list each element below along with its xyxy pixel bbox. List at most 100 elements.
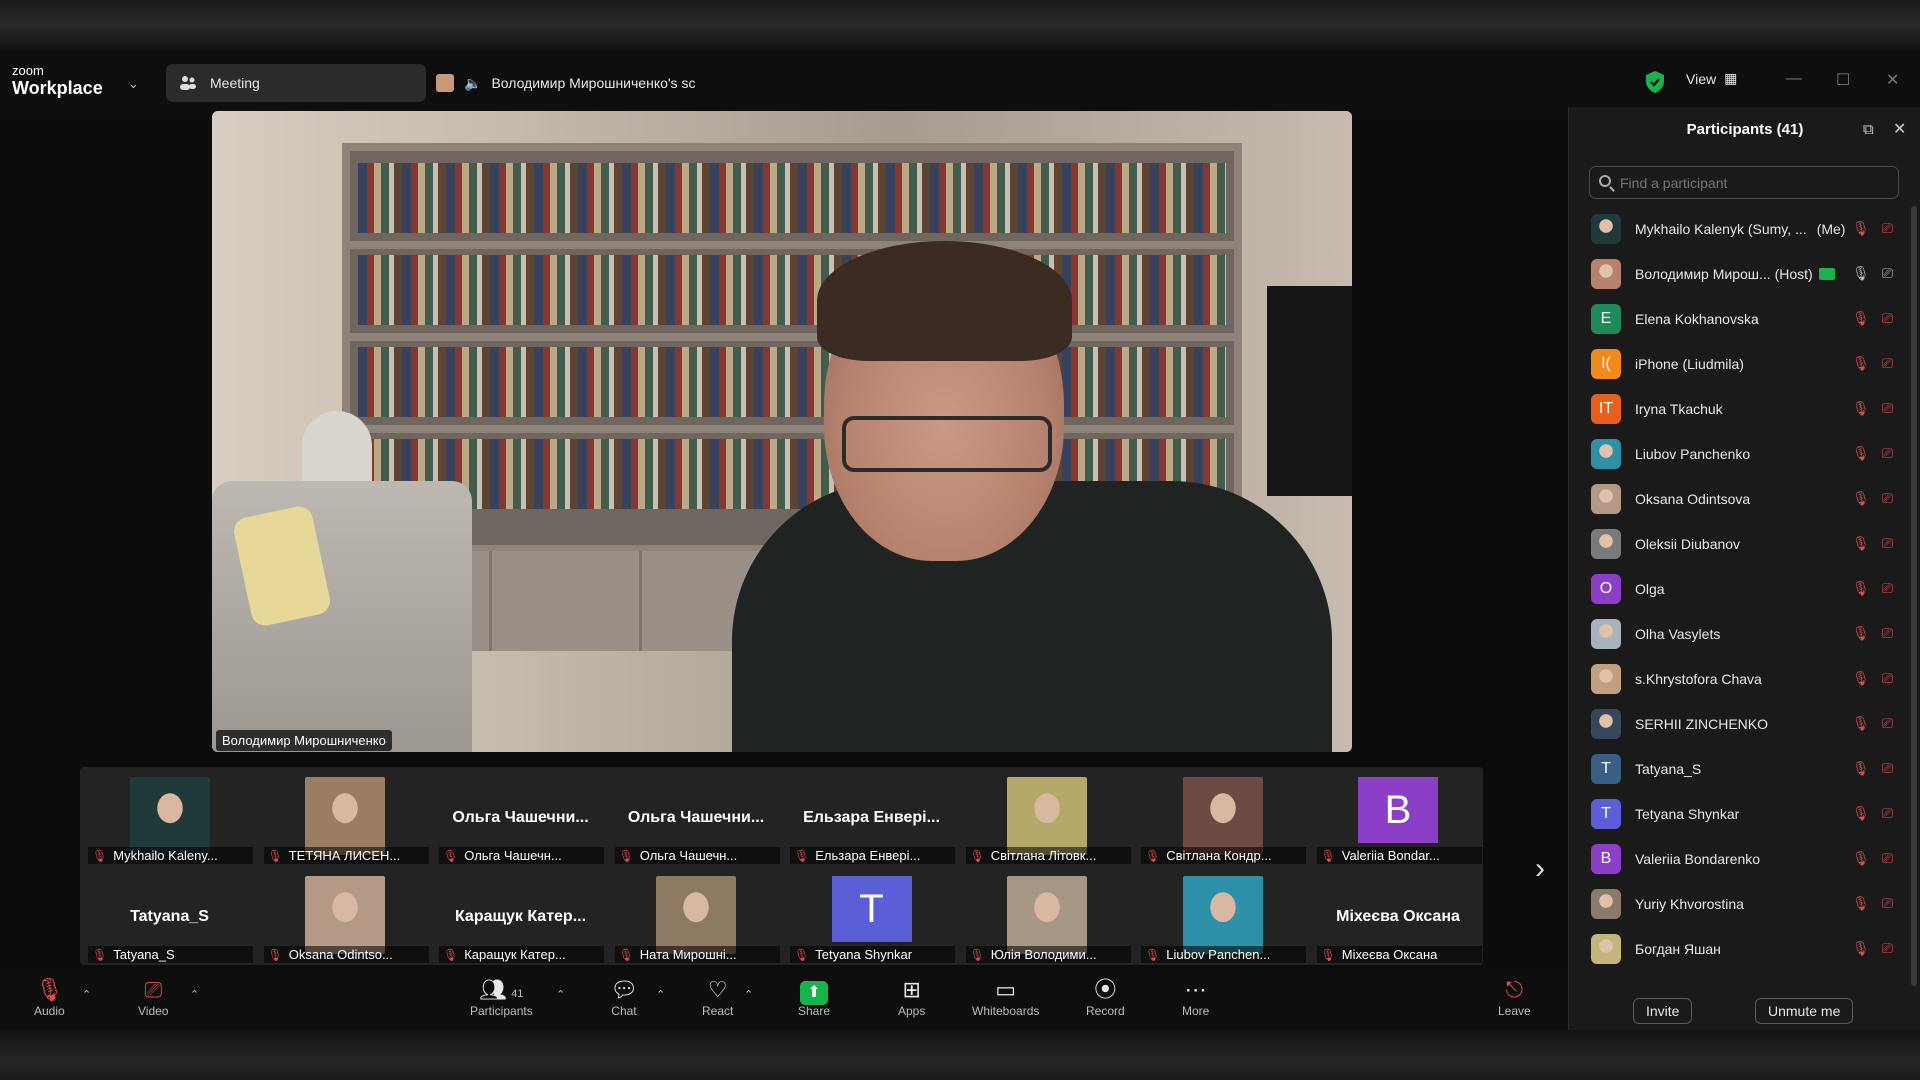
- whiteboards-button[interactable]: ▭ Whiteboards: [972, 976, 1039, 1018]
- participant-caption-text: Ната Мирошні...: [639, 947, 737, 962]
- muted-mic-icon: 🎙︎: [1852, 760, 1870, 776]
- muted-mic-icon: 🎙︎: [92, 848, 108, 863]
- gallery-tile[interactable]: 🎙︎ ТЕТЯНА ЛИСЕН...: [258, 769, 433, 868]
- close-window-icon[interactable]: ✕: [1886, 70, 1899, 90]
- participant-name: Olha Vasylets: [1635, 625, 1721, 642]
- muted-mic-icon: 🎙︎: [618, 848, 634, 863]
- zoom-logo[interactable]: zoom Workplace: [12, 64, 103, 97]
- gallery-tile[interactable]: Ольга Чашечни... 🎙︎ Ольга Чашечн...: [433, 769, 608, 868]
- participant-row[interactable]: Oksana Odintsova 🎙︎ ⎚: [1569, 476, 1920, 521]
- participant-row[interactable]: Olha Vasylets 🎙︎ ⎚: [1569, 611, 1920, 656]
- gallery-tile[interactable]: Ольга Чашечни... 🎙︎ Ольга Чашечн...: [609, 769, 784, 868]
- apps-label: Apps: [898, 1004, 926, 1018]
- participant-list-scrollbar[interactable]: [1911, 206, 1917, 986]
- record-icon: ⦿: [1094, 977, 1117, 1002]
- invite-button[interactable]: Invite: [1633, 998, 1693, 1024]
- gallery-tile[interactable]: Міхеєва Оксана 🎙︎ Міхеєва Оксана: [1311, 868, 1486, 967]
- maximize-icon[interactable]: ☐: [1836, 70, 1850, 90]
- react-button[interactable]: ♡ React: [702, 976, 733, 1018]
- gallery-tile[interactable]: 🎙︎ Світлана Кондр...: [1135, 769, 1310, 868]
- record-button[interactable]: ⦿ Record: [1086, 976, 1125, 1018]
- participant-row[interactable]: Богдан Яшан 🎙︎ ⎚: [1569, 926, 1920, 971]
- participant-row[interactable]: IT Iryna Tkachuk 🎙︎ ⎚: [1569, 386, 1920, 431]
- participant-row[interactable]: O Olga 🎙︎ ⎚: [1569, 566, 1920, 611]
- participant-row[interactable]: T Tetyana Shynkar 🎙︎ ⎚: [1569, 791, 1920, 836]
- participant-caption-text: Liubov Panchen...: [1166, 947, 1271, 962]
- main-speaker-video[interactable]: Володимир Мирошниченко: [212, 111, 1352, 752]
- participant-row[interactable]: SERHII ZINCHENKO 🎙︎ ⎚: [1569, 701, 1920, 746]
- participant-search-input[interactable]: [1589, 166, 1899, 199]
- participant-row[interactable]: Володимир Мирош... (Host) 🎙︎ ⎚: [1569, 251, 1920, 296]
- video-off-icon: ⎚: [1881, 580, 1893, 596]
- participant-status-icons: 🎙︎ ⎚: [1852, 355, 1893, 372]
- muted-mic-icon: 🎙︎: [1852, 580, 1870, 596]
- participant-status-icons: 🎙︎ ⎚: [1852, 715, 1893, 732]
- participant-caption: 🎙︎ Mykhailo Kaleny...: [88, 847, 253, 864]
- chat-button[interactable]: 💬︎ Chat: [610, 976, 638, 1018]
- participant-name: Olga: [1635, 580, 1665, 597]
- record-label: Record: [1086, 1004, 1125, 1018]
- video-label: Video: [138, 1004, 169, 1018]
- close-panel-icon[interactable]: ✕: [1893, 119, 1906, 139]
- participant-row[interactable]: Liubov Panchenko 🎙︎ ⎚: [1569, 431, 1920, 476]
- gallery-tile[interactable]: 🎙︎ Liubov Panchen...: [1135, 868, 1310, 967]
- participant-caption: 🎙︎ Tatyana_S: [88, 946, 253, 963]
- participant-avatar: [1591, 708, 1621, 739]
- participant-row[interactable]: s.Khrystofora Chava 🎙︎ ⎚: [1569, 656, 1920, 701]
- gallery-tile[interactable]: 🎙︎ Юлія Володими...: [960, 868, 1135, 967]
- chevron-down-icon[interactable]: ⌄: [128, 76, 139, 92]
- participant-video-thumbnail: [1007, 876, 1087, 954]
- participant-row[interactable]: T Tatyana_S 🎙︎ ⎚: [1569, 746, 1920, 791]
- apps-icon: ⊞: [902, 977, 921, 1002]
- react-options-chevron-icon[interactable]: ⌃: [744, 988, 753, 1001]
- logo-big-text: Workplace: [12, 78, 103, 98]
- security-shield-icon[interactable]: [1645, 70, 1665, 94]
- video-button[interactable]: ⎚ Video: [138, 976, 168, 1018]
- tab-screen-share[interactable]: 🔈 Володимир Мирошниченко's sc: [436, 64, 695, 102]
- pop-out-icon[interactable]: ⧉: [1863, 121, 1874, 138]
- participants-count: 41: [511, 988, 524, 1000]
- audio-options-chevron-icon[interactable]: ⌃: [82, 988, 91, 1001]
- gallery-tile[interactable]: T 🎙︎ Tetyana Shynkar: [784, 868, 959, 967]
- participant-avatar: O: [1591, 573, 1621, 604]
- gallery-tile[interactable]: Tatyana_S 🎙︎ Tatyana_S: [82, 868, 257, 967]
- chat-options-chevron-icon[interactable]: ⌃: [656, 988, 665, 1001]
- participant-row[interactable]: B Valeriia Bondarenko 🎙︎ ⎚: [1569, 836, 1920, 881]
- video-options-chevron-icon[interactable]: ⌃: [190, 988, 199, 1001]
- speaker-name-label: Володимир Мирошниченко: [216, 730, 392, 751]
- unmute-me-button[interactable]: Unmute me: [1755, 998, 1854, 1024]
- leave-button[interactable]: ⎋ Leave: [1498, 976, 1531, 1018]
- participant-row[interactable]: Oleksii Diubanov 🎙︎ ⎚: [1569, 521, 1920, 566]
- gallery-tile[interactable]: 🎙︎ Oksana Odintso...: [258, 868, 433, 967]
- video-off-icon: ⎚: [1881, 670, 1893, 686]
- participants-button[interactable]: 👥︎ 41 Participants: [470, 976, 533, 1018]
- audio-button[interactable]: 🎙︎ Audio: [34, 976, 65, 1018]
- participants-options-chevron-icon[interactable]: ⌃: [556, 988, 565, 1001]
- participant-caption: 🎙︎ Oksana Odintso...: [263, 946, 429, 963]
- participant-name: Liubov Panchenko: [1635, 445, 1751, 462]
- more-button[interactable]: ⋯ More: [1182, 976, 1209, 1018]
- gallery-tile[interactable]: Ельзара Енвері... 🎙︎ Ельзара Енвері...: [784, 769, 959, 868]
- view-button[interactable]: View ▦: [1686, 70, 1737, 87]
- gallery-tile[interactable]: Каращук Катер... 🎙︎ Каращук Катер...: [433, 868, 608, 967]
- muted-mic-icon: 🎙︎: [267, 947, 283, 962]
- apps-button[interactable]: ⊞ Apps: [898, 976, 925, 1018]
- participant-row[interactable]: E Elena Kokhanovska 🎙︎ ⎚: [1569, 296, 1920, 341]
- participant-row[interactable]: Mykhailo Kalenyk (Sumy, ... (Me) 🎙︎ ⎚: [1569, 206, 1920, 251]
- gallery-tile[interactable]: 🎙︎ Світлана Літовк...: [960, 769, 1135, 868]
- mic-icon: 🎙︎: [1852, 265, 1870, 281]
- participant-caption: 🎙︎ Світлана Кондр...: [1141, 847, 1306, 864]
- gallery-tile[interactable]: 🎙︎ Ната Мирошні...: [609, 868, 784, 967]
- chevron-right-icon[interactable]: ›: [1535, 852, 1545, 886]
- share-button[interactable]: ⬆ Share: [798, 976, 830, 1018]
- participant-avatar: [1591, 483, 1621, 514]
- participant-row[interactable]: I(iPhone (Liudmila) 🎙︎ ⎚: [1569, 341, 1920, 386]
- participant-caption-text: Міхеєва Оксана: [1341, 947, 1438, 962]
- video-off-icon: ⎚: [1881, 760, 1893, 776]
- gallery-tile[interactable]: B 🎙︎ Valeriia Bondar...: [1311, 769, 1486, 868]
- participant-row[interactable]: Yuriy Khvorostina 🎙︎ ⎚: [1569, 881, 1920, 926]
- gallery-tile[interactable]: 🎙︎ Mykhailo Kaleny...: [82, 769, 257, 868]
- tab-meeting[interactable]: Meeting: [166, 64, 426, 102]
- minimize-icon[interactable]: —: [1786, 70, 1802, 88]
- participants-label: Participants: [470, 1004, 533, 1018]
